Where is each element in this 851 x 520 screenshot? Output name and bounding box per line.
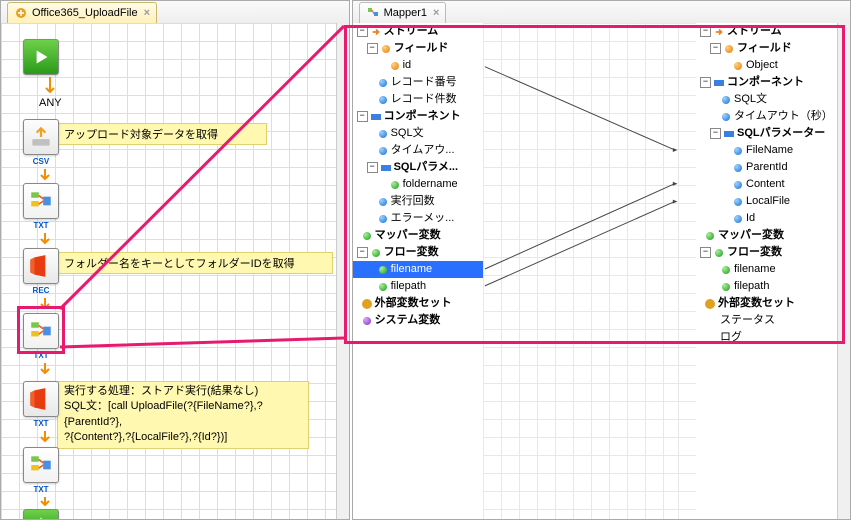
src-record-count[interactable]: レコード件数 xyxy=(353,91,483,108)
target-tree[interactable]: −ストリーム −フィールド Object −コンポーネント SQL文 タイムアウ… xyxy=(696,23,838,519)
tgt-sql-param[interactable]: −SQLパラメーター xyxy=(696,125,838,142)
tab-office365-uploadfile[interactable]: Office365_UploadFile × xyxy=(7,2,157,23)
tgt-filename[interactable]: FileName xyxy=(696,142,838,159)
src-flow-var[interactable]: −フロー変数 xyxy=(353,244,483,261)
tgt-sql[interactable]: SQL文 xyxy=(696,91,838,108)
src-sql-param[interactable]: −SQLパラメ... xyxy=(353,159,483,176)
tgt-id[interactable]: Id xyxy=(696,210,838,227)
src-field[interactable]: −フィールド xyxy=(353,40,483,57)
arrow-down-icon xyxy=(39,363,51,377)
divider-canvas xyxy=(678,23,696,519)
arrow-down-icon xyxy=(39,431,51,445)
mapper-tab-icon xyxy=(366,6,380,20)
annotation-3: 実行する処理：ストアド実行(結果なし) SQL文：[call UploadFil… xyxy=(57,381,309,449)
tgt-object[interactable]: Object xyxy=(696,57,838,74)
arrow-down-icon xyxy=(44,77,56,97)
tgt-filepath-var[interactable]: filepath xyxy=(696,278,838,295)
tgt-parentid[interactable]: ParentId xyxy=(696,159,838,176)
step-stored-proc[interactable]: TXT xyxy=(23,381,59,428)
arrow-down-icon xyxy=(39,169,51,183)
step-end[interactable] xyxy=(23,509,59,519)
annotation-1: アップロード対象データを取得 xyxy=(57,123,267,145)
office365-icon xyxy=(28,253,54,279)
end-icon xyxy=(30,513,52,519)
src-stream[interactable]: −ストリーム xyxy=(353,23,483,40)
annotation-2: フォルダー名をキーとしてフォルダーIDを取得 xyxy=(57,252,333,274)
annot3-line3: ?{Content?},?{LocalFile?},?{Id?})] xyxy=(64,430,302,445)
src-foldername[interactable]: foldername xyxy=(353,176,483,193)
src-component[interactable]: −コンポーネント xyxy=(353,108,483,125)
tgt-content[interactable]: Content xyxy=(696,176,838,193)
step-mapper-2-selected[interactable]: TXT xyxy=(23,313,59,360)
tgt-flow-var[interactable]: −フロー変数 xyxy=(696,244,838,261)
tab-mapper1[interactable]: Mapper1 × xyxy=(359,2,447,23)
tgt-field[interactable]: −フィールド xyxy=(696,40,838,57)
src-timeout[interactable]: タイムアウ... xyxy=(353,142,483,159)
step-mapper-1[interactable]: TXT xyxy=(23,183,59,230)
step-tag: TXT xyxy=(33,351,48,360)
tgt-filename-var[interactable]: filename xyxy=(696,261,838,278)
close-icon[interactable]: × xyxy=(144,7,150,19)
step-start[interactable] xyxy=(23,39,59,75)
step-tag: TXT xyxy=(33,221,48,230)
step-mapper-3[interactable]: TXT xyxy=(23,447,59,494)
tgt-component[interactable]: −コンポーネント xyxy=(696,74,838,91)
play-icon xyxy=(28,44,54,70)
annot3-line2: SQL文：[call UploadFile(?{FileName?},?{Par… xyxy=(64,399,302,430)
step-csv-read[interactable]: CSV xyxy=(23,119,59,166)
map-lines xyxy=(483,23,678,519)
tgt-stream[interactable]: −ストリーム xyxy=(696,23,838,40)
src-ext-var[interactable]: 外部変数セット xyxy=(353,295,483,312)
tab-label: Office365_UploadFile xyxy=(32,7,138,19)
src-mapper-var[interactable]: マッパー変数 xyxy=(353,227,483,244)
step-office365-query[interactable]: REC xyxy=(23,248,59,295)
tab-label: Mapper1 xyxy=(384,7,427,19)
step-tag: CSV xyxy=(33,157,49,166)
flow-tab-icon xyxy=(14,6,28,20)
mapper-icon xyxy=(28,318,54,344)
tgt-log[interactable]: ログ xyxy=(696,329,838,346)
tgt-mapper-var[interactable]: マッパー変数 xyxy=(696,227,838,244)
left-vertical-scrollbar[interactable] xyxy=(336,23,349,519)
src-id[interactable]: id xyxy=(353,57,483,74)
src-filepath[interactable]: filepath xyxy=(353,278,483,295)
link-label: ANY xyxy=(39,97,62,109)
right-vertical-scrollbar[interactable] xyxy=(837,23,850,519)
step-tag: TXT xyxy=(33,485,48,494)
tgt-ext-var[interactable]: 外部変数セット xyxy=(696,295,838,312)
step-tag: REC xyxy=(33,286,50,295)
src-exec-count[interactable]: 実行回数 xyxy=(353,193,483,210)
flow-canvas[interactable]: ANY アップロード対象データを取得 CSV TXT フォルダー名をキーとしてフ… xyxy=(1,23,337,519)
src-sql[interactable]: SQL文 xyxy=(353,125,483,142)
mapping-canvas[interactable] xyxy=(483,23,678,519)
source-tree[interactable]: −ストリーム −フィールド id レコード番号 レコード件数 −コンポーネント … xyxy=(353,23,483,519)
csv-upload-icon xyxy=(28,124,54,150)
src-record-no[interactable]: レコード番号 xyxy=(353,74,483,91)
arrow-down-icon xyxy=(39,233,51,247)
arrow-down-icon xyxy=(39,497,51,509)
src-error-msg[interactable]: エラーメッ... xyxy=(353,210,483,227)
src-filename-selected[interactable]: filename xyxy=(353,261,483,278)
arrow-down-icon xyxy=(39,298,51,312)
mapper-pane: Mapper1 × −ストリーム −フィールド id レコード番号 レコード件数… xyxy=(352,0,851,520)
office365-icon xyxy=(28,386,54,412)
flow-designer-pane: Office365_UploadFile × ANY アップロード対象データを取… xyxy=(0,0,350,520)
tgt-status[interactable]: ステータス xyxy=(696,312,838,329)
tgt-localfile[interactable]: LocalFile xyxy=(696,193,838,210)
step-tag: TXT xyxy=(33,419,48,428)
tgt-timeout[interactable]: タイムアウト（秒） xyxy=(696,108,838,125)
right-tab-bar: Mapper1 × xyxy=(353,1,850,24)
src-sys-var[interactable]: システム変数 xyxy=(353,312,483,329)
left-tab-bar: Office365_UploadFile × xyxy=(1,1,349,24)
mapper-icon xyxy=(28,452,54,478)
annot3-line1: 実行する処理：ストアド実行(結果なし) xyxy=(64,384,302,399)
mapper-icon xyxy=(28,188,54,214)
close-icon[interactable]: × xyxy=(433,7,439,19)
